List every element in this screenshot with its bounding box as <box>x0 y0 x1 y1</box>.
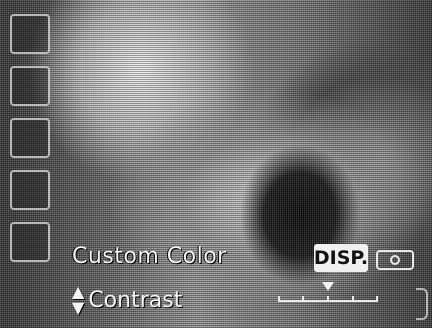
right-edge-icon <box>416 288 428 320</box>
custom-color-title: Custom Color <box>72 244 227 269</box>
scale-tick <box>278 296 280 302</box>
left-icon-column <box>6 14 50 314</box>
mode-icon-2[interactable] <box>10 66 50 106</box>
mode-icon-1[interactable] <box>10 14 50 54</box>
scale-tick <box>352 296 354 302</box>
contrast-scale[interactable] <box>278 280 378 310</box>
camera-lcd-screen: Custom Color DISP. ▲ ▼ Contrast <box>0 0 432 328</box>
contrast-setting-row[interactable]: ▲ ▼ Contrast <box>72 284 182 316</box>
scale-tick <box>327 296 329 302</box>
scale-marker <box>322 282 334 291</box>
camera-icon <box>376 250 414 270</box>
mode-icon-4[interactable] <box>10 170 50 210</box>
mode-icon-3[interactable] <box>10 118 50 158</box>
up-down-arrows-icon: ▲ ▼ <box>72 282 85 317</box>
scale-tick <box>302 296 304 302</box>
mode-icon-5[interactable] <box>10 222 50 262</box>
disp-button[interactable]: DISP. <box>314 244 368 272</box>
dither-overlay <box>0 0 432 328</box>
contrast-label: Contrast <box>88 287 183 313</box>
scale-tick <box>376 296 378 302</box>
